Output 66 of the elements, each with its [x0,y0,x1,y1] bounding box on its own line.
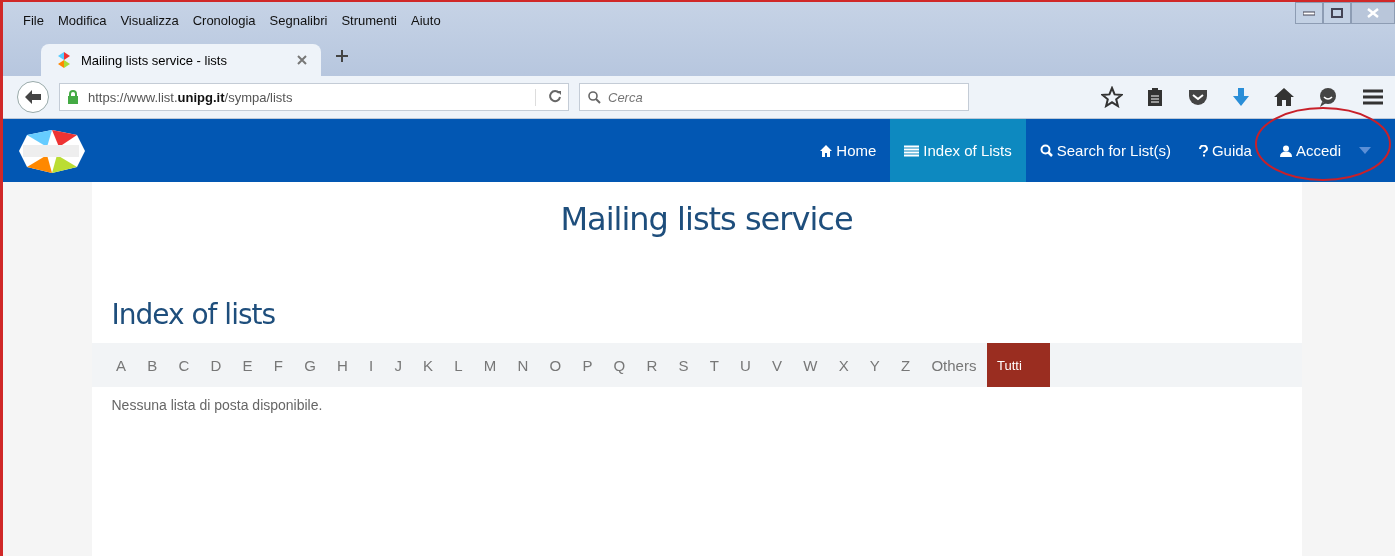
letter-link[interactable]: O [538,343,572,387]
nav-link[interactable]: Guida [1184,119,1266,182]
browser-tab[interactable]: Mailing lists service - lists [41,44,321,76]
letter-link[interactable]: A [105,343,137,387]
nav-link[interactable]: Search for List(s) [1025,119,1185,182]
menu-item[interactable]: Strumenti [341,12,397,28]
menu-item[interactable]: Visualizza [120,12,179,28]
back-arrow-icon [24,89,42,105]
nav-link[interactable]: Home [806,119,891,182]
letter-link[interactable]: N [506,343,539,387]
letter-link[interactable]: G [293,343,327,387]
letter-link[interactable]: S [667,343,700,387]
chat-icon[interactable] [1317,86,1339,108]
letter-link[interactable]: Y [859,343,891,387]
letter-link[interactable]: F [263,343,294,387]
letter-link[interactable]: X [828,343,860,387]
menu-item[interactable]: Modifica [57,12,107,28]
reload-icon[interactable] [535,88,562,106]
search-icon [587,90,601,104]
letter-link[interactable]: T [699,343,730,387]
user-icon [1279,144,1292,157]
close-icon [1367,8,1379,18]
search-field[interactable]: Cerca [579,83,969,111]
letter-link[interactable]: V [761,343,793,387]
download-icon[interactable] [1231,86,1251,108]
home-icon[interactable] [1273,86,1295,108]
list-icon [904,144,920,157]
letter-link[interactable]: W [792,343,829,387]
star-icon[interactable] [1101,86,1123,108]
section-title: Index of lists [111,298,277,331]
menu-item[interactable]: Cronologia [192,12,256,28]
letter-link[interactable]: Z [890,343,921,387]
maximize-icon [1331,8,1343,18]
minimize-icon [1303,10,1315,16]
letter-link[interactable]: Q [603,343,636,387]
letter-link[interactable]: I [358,343,384,387]
letter-link[interactable]: U [729,343,762,387]
page-title: Mailing lists service [559,200,854,238]
letter-link[interactable]: H [326,343,359,387]
address-field[interactable]: https://www.list.unipg.it/sympa/lists [59,83,569,111]
letter-link[interactable]: M [473,343,507,387]
letter-link[interactable]: K [412,343,444,387]
maximize-button[interactable] [1323,2,1351,24]
menu-item[interactable]: Segnalibri [269,12,328,28]
clipboard-icon[interactable] [1145,86,1165,108]
letter-link[interactable]: Tutti [987,343,1050,387]
menu-item[interactable]: Aiuto [411,12,441,28]
nav-link[interactable]: Index of Lists [890,119,1026,182]
letter-link[interactable]: Others [920,343,987,387]
letter-link[interactable]: J [383,343,413,387]
close-icon[interactable] [297,55,307,65]
letter-link[interactable]: E [231,343,264,387]
letter-link[interactable]: P [571,343,603,387]
letter-link[interactable]: R [635,343,668,387]
back-button[interactable] [17,81,49,113]
home-icon [820,144,833,157]
close-button[interactable] [1351,2,1395,24]
letter-link[interactable]: C [167,343,200,387]
letter-link[interactable]: L [443,343,474,387]
lock-icon [66,90,80,104]
help-icon [1198,144,1208,157]
empty-message: Nessuna lista di posta disponibile. [111,397,324,413]
search-icon [1039,144,1053,157]
letter-link[interactable]: D [199,343,232,387]
letter-link[interactable]: B [136,343,168,387]
menu-item[interactable]: File [23,12,44,28]
